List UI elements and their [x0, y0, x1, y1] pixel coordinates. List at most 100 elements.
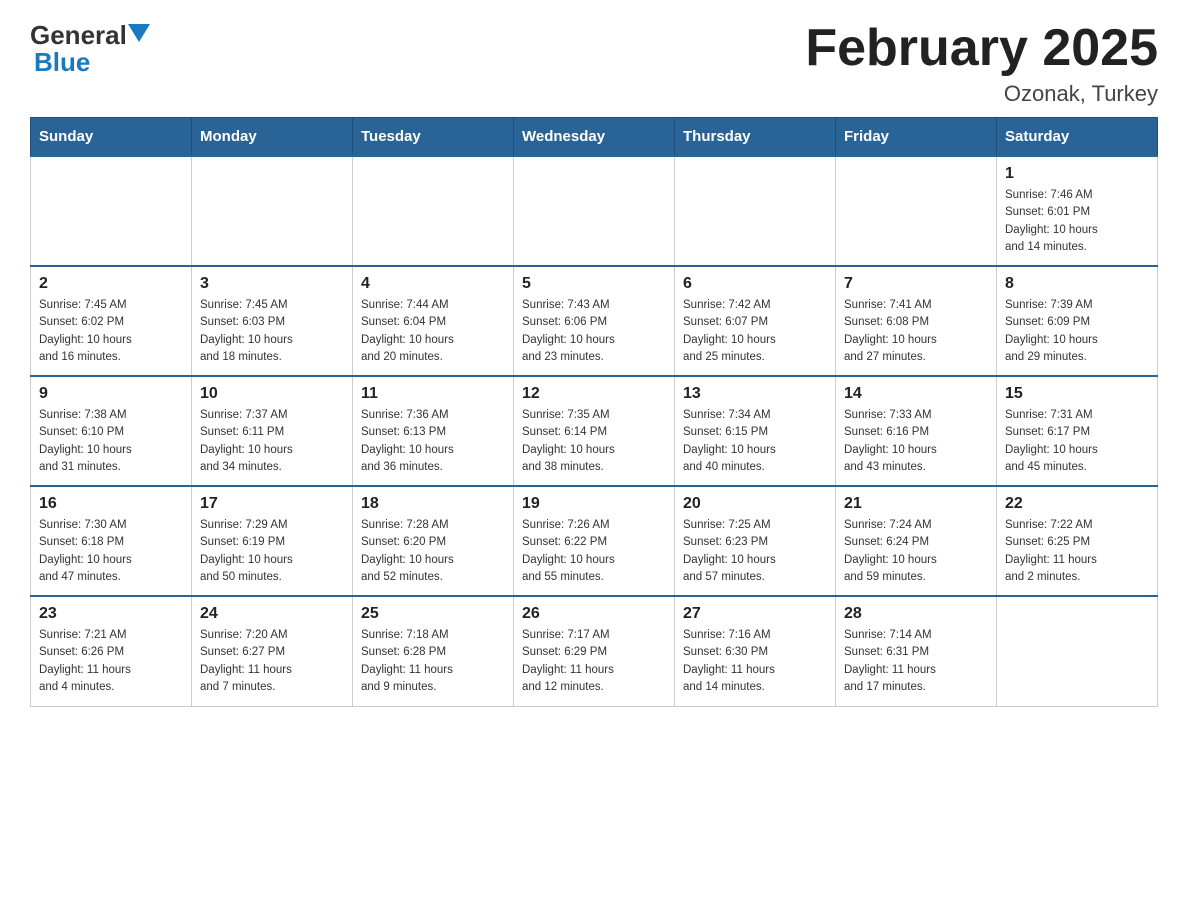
logo-blue: Blue — [30, 47, 90, 78]
day-number: 8 — [1005, 275, 1149, 293]
weekday-header-tuesday: Tuesday — [353, 118, 514, 157]
day-number: 21 — [844, 495, 988, 513]
calendar-cell: 14 Sunrise: 7:33 AM Sunset: 6:16 PM Dayli… — [836, 376, 997, 486]
calendar-cell: 5 Sunrise: 7:43 AM Sunset: 6:06 PM Daylig… — [514, 266, 675, 376]
day-number: 6 — [683, 275, 827, 293]
calendar-cell — [192, 156, 353, 266]
page-header: General Blue February 2025 Ozonak, Turke… — [30, 20, 1158, 107]
day-info: Sunrise: 7:35 AM Sunset: 6:14 PM Dayligh… — [522, 407, 666, 476]
calendar-cell: 23 Sunrise: 7:21 AM Sunset: 6:26 PM Dayli… — [31, 596, 192, 706]
weekday-header-thursday: Thursday — [675, 118, 836, 157]
day-info: Sunrise: 7:24 AM Sunset: 6:24 PM Dayligh… — [844, 517, 988, 586]
calendar-cell: 3 Sunrise: 7:45 AM Sunset: 6:03 PM Daylig… — [192, 266, 353, 376]
day-info: Sunrise: 7:31 AM Sunset: 6:17 PM Dayligh… — [1005, 407, 1149, 476]
weekday-header-wednesday: Wednesday — [514, 118, 675, 157]
day-info: Sunrise: 7:42 AM Sunset: 6:07 PM Dayligh… — [683, 297, 827, 366]
calendar-cell — [353, 156, 514, 266]
day-number: 1 — [1005, 165, 1149, 183]
calendar-cell: 27 Sunrise: 7:16 AM Sunset: 6:30 PM Dayli… — [675, 596, 836, 706]
title-area: February 2025 Ozonak, Turkey — [805, 20, 1158, 107]
day-number: 17 — [200, 495, 344, 513]
day-info: Sunrise: 7:22 AM Sunset: 6:25 PM Dayligh… — [1005, 517, 1149, 586]
calendar-cell: 16 Sunrise: 7:30 AM Sunset: 6:18 PM Dayli… — [31, 486, 192, 596]
day-info: Sunrise: 7:37 AM Sunset: 6:11 PM Dayligh… — [200, 407, 344, 476]
day-number: 3 — [200, 275, 344, 293]
calendar-cell: 7 Sunrise: 7:41 AM Sunset: 6:08 PM Daylig… — [836, 266, 997, 376]
day-info: Sunrise: 7:45 AM Sunset: 6:03 PM Dayligh… — [200, 297, 344, 366]
calendar-cell — [997, 596, 1158, 706]
calendar-cell: 18 Sunrise: 7:28 AM Sunset: 6:20 PM Dayli… — [353, 486, 514, 596]
day-info: Sunrise: 7:21 AM Sunset: 6:26 PM Dayligh… — [39, 627, 183, 696]
day-number: 4 — [361, 275, 505, 293]
calendar-cell: 10Sunrise: 7:37 AM Sunset: 6:11 PM Dayli… — [192, 376, 353, 486]
logo-triangle-icon — [128, 24, 150, 42]
calendar-cell: 2 Sunrise: 7:45 AM Sunset: 6:02 PM Daylig… — [31, 266, 192, 376]
day-info: Sunrise: 7:29 AM Sunset: 6:19 PM Dayligh… — [200, 517, 344, 586]
day-info: Sunrise: 7:43 AM Sunset: 6:06 PM Dayligh… — [522, 297, 666, 366]
day-info: Sunrise: 7:38 AM Sunset: 6:10 PM Dayligh… — [39, 407, 183, 476]
day-number: 28 — [844, 605, 988, 623]
calendar-cell: 20Sunrise: 7:25 AM Sunset: 6:23 PM Dayli… — [675, 486, 836, 596]
calendar-table: SundayMondayTuesdayWednesdayThursdayFrid… — [30, 117, 1158, 707]
day-info: Sunrise: 7:30 AM Sunset: 6:18 PM Dayligh… — [39, 517, 183, 586]
day-info: Sunrise: 7:46 AM Sunset: 6:01 PM Dayligh… — [1005, 187, 1149, 256]
calendar-cell: 9 Sunrise: 7:38 AM Sunset: 6:10 PM Daylig… — [31, 376, 192, 486]
calendar-cell: 26 Sunrise: 7:17 AM Sunset: 6:29 PM Dayli… — [514, 596, 675, 706]
calendar-cell — [514, 156, 675, 266]
week-row-2: 2 Sunrise: 7:45 AM Sunset: 6:02 PM Daylig… — [31, 266, 1158, 376]
day-number: 27 — [683, 605, 827, 623]
day-number: 23 — [39, 605, 183, 623]
week-row-1: 1 Sunrise: 7:46 AM Sunset: 6:01 PM Daylig… — [31, 156, 1158, 266]
calendar-cell: 19 Sunrise: 7:26 AM Sunset: 6:22 PM Dayli… — [514, 486, 675, 596]
day-info: Sunrise: 7:33 AM Sunset: 6:16 PM Dayligh… — [844, 407, 988, 476]
day-info: Sunrise: 7:39 AM Sunset: 6:09 PM Dayligh… — [1005, 297, 1149, 366]
calendar-cell: 8 Sunrise: 7:39 AM Sunset: 6:09 PM Daylig… — [997, 266, 1158, 376]
day-number: 24 — [200, 605, 344, 623]
calendar-header-row: SundayMondayTuesdayWednesdayThursdayFrid… — [31, 118, 1158, 157]
calendar-cell: 13 Sunrise: 7:34 AM Sunset: 6:15 PM Dayli… — [675, 376, 836, 486]
calendar-cell — [836, 156, 997, 266]
calendar-cell: 24 Sunrise: 7:20 AM Sunset: 6:27 PM Dayli… — [192, 596, 353, 706]
day-number: 9 — [39, 385, 183, 403]
day-number: 25 — [361, 605, 505, 623]
day-number: 26 — [522, 605, 666, 623]
day-info: Sunrise: 7:17 AM Sunset: 6:29 PM Dayligh… — [522, 627, 666, 696]
week-row-3: 9 Sunrise: 7:38 AM Sunset: 6:10 PM Daylig… — [31, 376, 1158, 486]
weekday-header-friday: Friday — [836, 118, 997, 157]
day-info: Sunrise: 7:20 AM Sunset: 6:27 PM Dayligh… — [200, 627, 344, 696]
week-row-4: 16 Sunrise: 7:30 AM Sunset: 6:18 PM Dayli… — [31, 486, 1158, 596]
day-number: 22 — [1005, 495, 1149, 513]
month-title: February 2025 — [805, 20, 1158, 77]
day-info: Sunrise: 7:28 AM Sunset: 6:20 PM Dayligh… — [361, 517, 505, 586]
calendar-cell — [31, 156, 192, 266]
calendar-cell: 15 Sunrise: 7:31 AM Sunset: 6:17 PM Dayli… — [997, 376, 1158, 486]
calendar-cell: 12 Sunrise: 7:35 AM Sunset: 6:14 PM Dayli… — [514, 376, 675, 486]
calendar-cell: 11Sunrise: 7:36 AM Sunset: 6:13 PM Dayli… — [353, 376, 514, 486]
day-number: 13 — [683, 385, 827, 403]
calendar-cell: 22 Sunrise: 7:22 AM Sunset: 6:25 PM Dayli… — [997, 486, 1158, 596]
day-info: Sunrise: 7:14 AM Sunset: 6:31 PM Dayligh… — [844, 627, 988, 696]
weekday-header-saturday: Saturday — [997, 118, 1158, 157]
calendar-cell: 1 Sunrise: 7:46 AM Sunset: 6:01 PM Daylig… — [997, 156, 1158, 266]
day-number: 5 — [522, 275, 666, 293]
day-number: 19 — [522, 495, 666, 513]
day-number: 18 — [361, 495, 505, 513]
calendar-cell: 21 Sunrise: 7:24 AM Sunset: 6:24 PM Dayli… — [836, 486, 997, 596]
day-number: 2 — [39, 275, 183, 293]
day-number: 16 — [39, 495, 183, 513]
day-number: 14 — [844, 385, 988, 403]
week-row-5: 23 Sunrise: 7:21 AM Sunset: 6:26 PM Dayli… — [31, 596, 1158, 706]
day-info: Sunrise: 7:41 AM Sunset: 6:08 PM Dayligh… — [844, 297, 988, 366]
day-info: Sunrise: 7:26 AM Sunset: 6:22 PM Dayligh… — [522, 517, 666, 586]
calendar-cell: 17 Sunrise: 7:29 AM Sunset: 6:19 PM Dayli… — [192, 486, 353, 596]
day-number: 12 — [522, 385, 666, 403]
day-info: Sunrise: 7:16 AM Sunset: 6:30 PM Dayligh… — [683, 627, 827, 696]
calendar-cell: 4Sunrise: 7:44 AM Sunset: 6:04 PM Daylig… — [353, 266, 514, 376]
day-number: 15 — [1005, 385, 1149, 403]
calendar-cell: 6 Sunrise: 7:42 AM Sunset: 6:07 PM Daylig… — [675, 266, 836, 376]
calendar-cell: 25Sunrise: 7:18 AM Sunset: 6:28 PM Dayli… — [353, 596, 514, 706]
day-number: 20 — [683, 495, 827, 513]
day-info: Sunrise: 7:34 AM Sunset: 6:15 PM Dayligh… — [683, 407, 827, 476]
day-info: Sunrise: 7:45 AM Sunset: 6:02 PM Dayligh… — [39, 297, 183, 366]
day-number: 7 — [844, 275, 988, 293]
